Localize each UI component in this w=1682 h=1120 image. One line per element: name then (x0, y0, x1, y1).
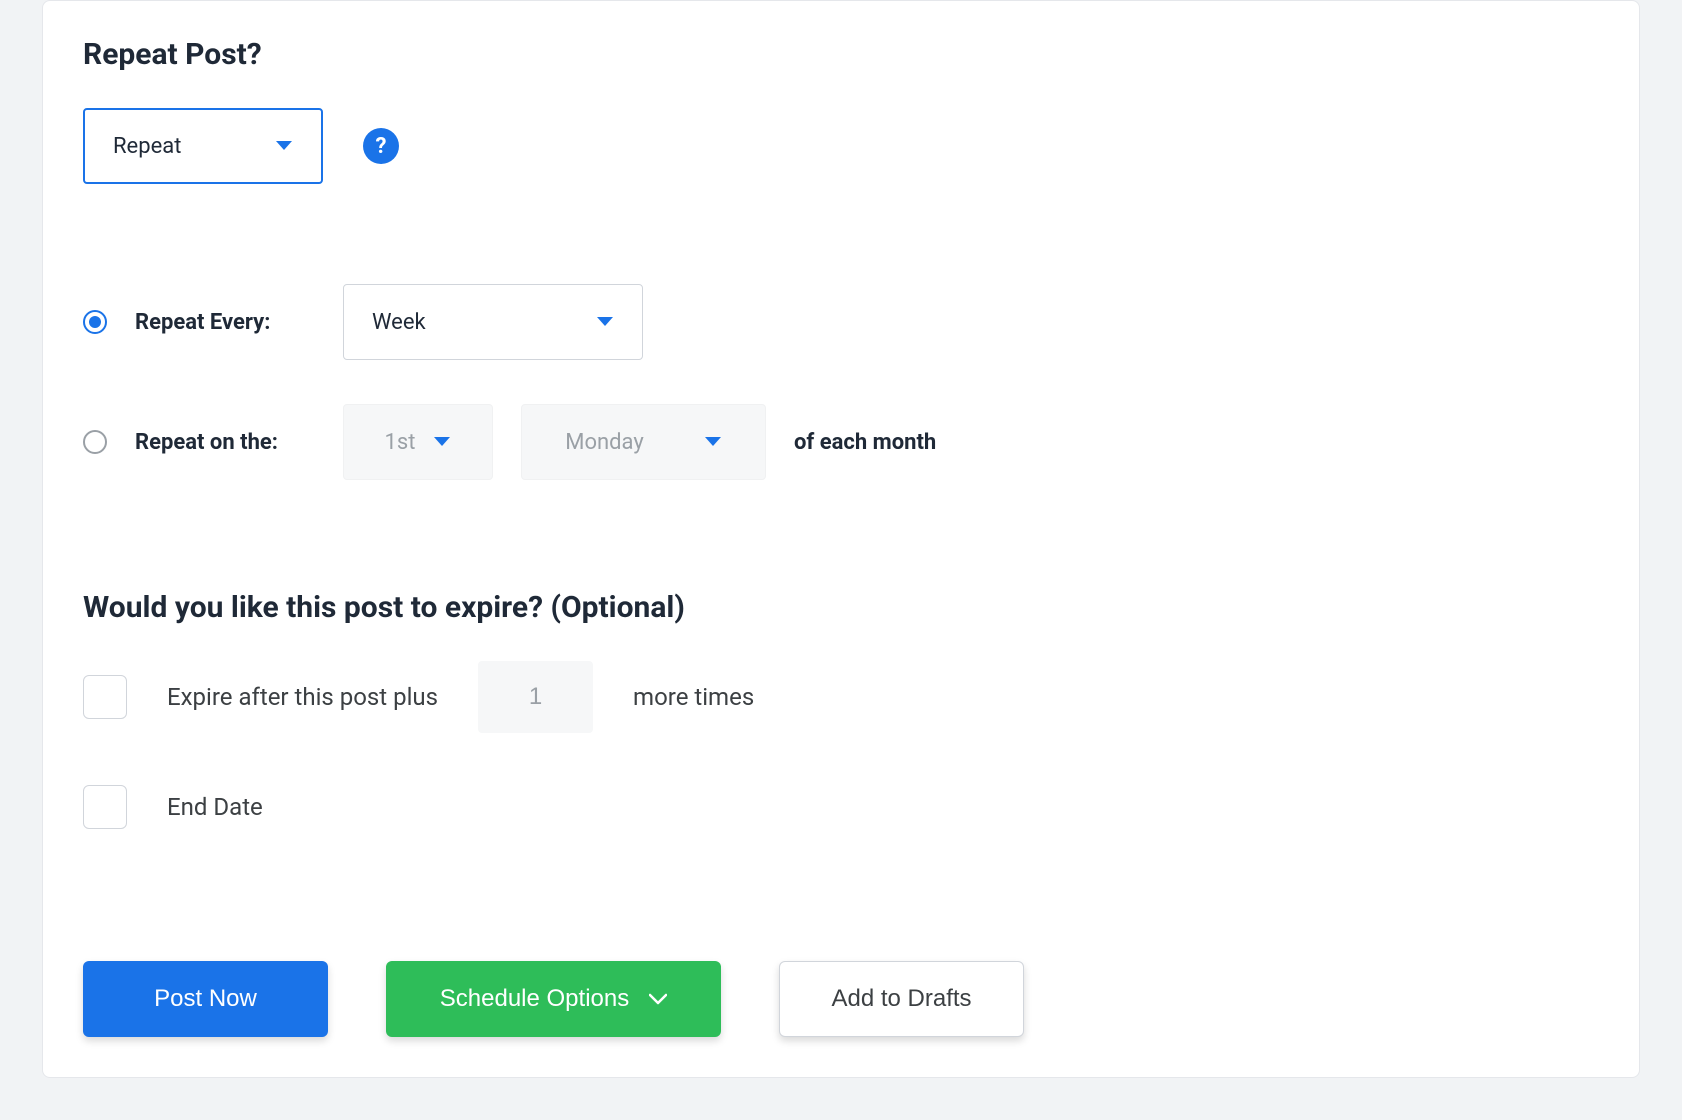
action-buttons: Post Now Schedule Options Add to Drafts (83, 961, 1024, 1037)
end-date-label: End Date (167, 793, 263, 821)
expire-after-row: Expire after this post plus more times (83, 661, 1599, 733)
chevron-down-icon (704, 436, 722, 448)
repeat-every-row: Repeat Every: Week (83, 284, 1599, 360)
repeat-heading: Repeat Post? (83, 37, 1599, 72)
chevron-down-icon (433, 436, 451, 448)
chevron-down-icon (649, 993, 667, 1005)
expire-after-checkbox[interactable] (83, 675, 127, 719)
add-to-drafts-button[interactable]: Add to Drafts (779, 961, 1024, 1037)
repeat-select-value: Repeat (113, 134, 181, 159)
repeat-on-the-label: Repeat on the: (135, 430, 315, 455)
expire-after-label-before: Expire after this post plus (167, 683, 438, 711)
end-date-checkbox[interactable] (83, 785, 127, 829)
repeat-ordinal-select[interactable]: 1st (343, 404, 493, 480)
repeat-on-the-radio[interactable] (83, 430, 107, 454)
expire-count-input[interactable] (478, 661, 593, 733)
chevron-down-icon (596, 316, 614, 328)
repeat-every-label: Repeat Every: (135, 310, 315, 335)
repeat-day-value: Monday (565, 430, 644, 455)
post-settings-card: Repeat Post? Repeat ? Repeat Every: Week (42, 0, 1640, 1078)
repeat-every-value: Week (372, 310, 426, 335)
repeat-every-radio[interactable] (83, 310, 107, 334)
expire-heading: Would you like this post to expire? (Opt… (83, 590, 1599, 625)
post-now-button[interactable]: Post Now (83, 961, 328, 1037)
chevron-down-icon (275, 140, 293, 152)
end-date-row: End Date (83, 785, 1599, 829)
schedule-options-button[interactable]: Schedule Options (386, 961, 721, 1037)
expire-after-label-after: more times (633, 683, 754, 711)
repeat-day-select[interactable]: Monday (521, 404, 766, 480)
help-icon[interactable]: ? (363, 128, 399, 164)
repeat-ordinal-value: 1st (385, 430, 416, 455)
repeat-every-select[interactable]: Week (343, 284, 643, 360)
repeat-select-row: Repeat ? (83, 108, 1599, 184)
repeat-select[interactable]: Repeat (83, 108, 323, 184)
repeat-on-the-trailing: of each month (794, 430, 936, 455)
repeat-on-the-row: Repeat on the: 1st Monday of each month (83, 404, 1599, 480)
